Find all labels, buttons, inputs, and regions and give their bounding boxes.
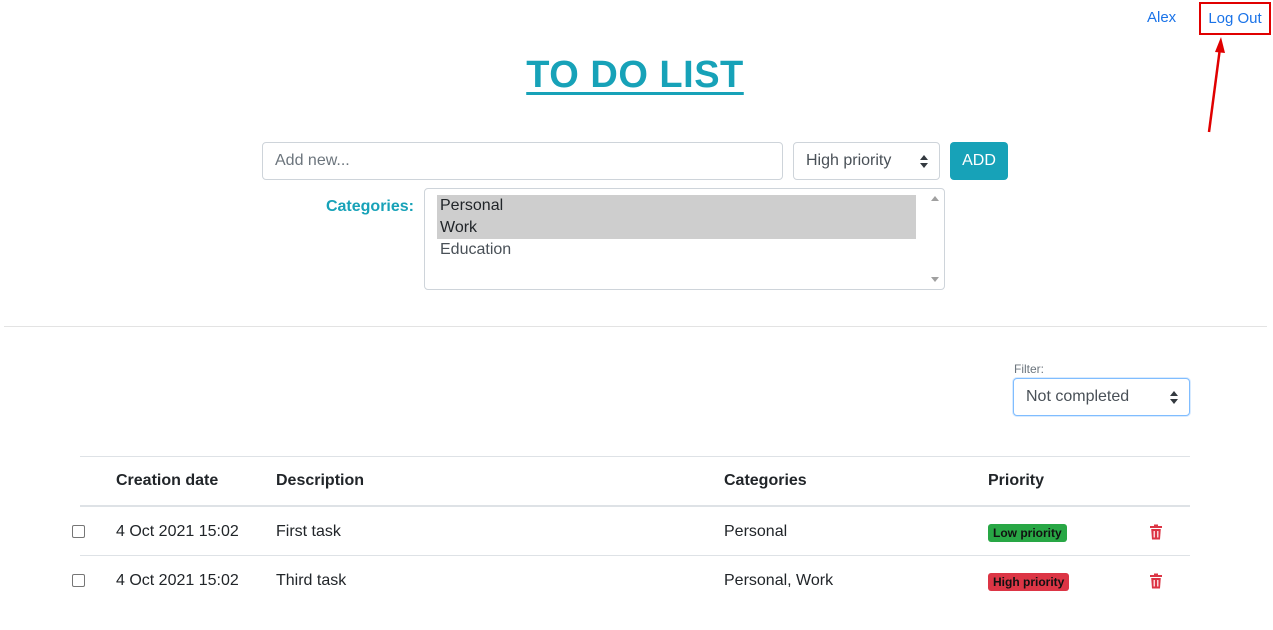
header-description: Description <box>276 472 365 489</box>
page-title[interactable]: TO DO LIST <box>0 54 1270 97</box>
select-caret-icon <box>1170 391 1178 404</box>
trash-icon[interactable] <box>1149 524 1163 540</box>
table-border <box>80 456 1190 457</box>
priority-badge: High priority <box>988 573 1070 591</box>
priority-badge: Low priority <box>988 524 1067 542</box>
complete-checkbox[interactable] <box>72 525 85 538</box>
filter-select[interactable]: Not completed <box>1013 378 1190 416</box>
logout-label: Log Out <box>1208 10 1262 27</box>
table-row: 4 Oct 2021 15:02 Third task Personal, Wo… <box>72 556 1190 605</box>
priority-select[interactable]: High priority <box>793 142 940 180</box>
logout-link[interactable]: Log Out <box>1199 2 1271 35</box>
table-row: 4 Oct 2021 15:02 First task Personal Low… <box>72 507 1190 556</box>
trash-icon[interactable] <box>1149 573 1163 589</box>
complete-checkbox[interactable] <box>72 574 85 587</box>
filter-label: Filter: <box>1014 362 1044 376</box>
select-caret-icon <box>920 155 928 168</box>
header-priority: Priority <box>988 472 1045 489</box>
category-option-work[interactable]: Work <box>437 217 916 239</box>
section-divider <box>4 326 1267 327</box>
categories-label: Categories: <box>325 198 414 215</box>
cell-categories: Personal, Work <box>724 572 834 589</box>
cell-description: First task <box>276 523 341 540</box>
priority-select-value: High priority <box>806 152 892 169</box>
page: Alex Log Out TO DO LIST High priority AD… <box>0 0 1273 630</box>
cell-description: Third task <box>276 572 347 589</box>
add-task-input[interactable] <box>262 142 783 180</box>
user-link[interactable]: Alex <box>1147 9 1176 26</box>
add-button[interactable]: ADD <box>950 142 1008 180</box>
header-creation-date: Creation date <box>116 472 219 489</box>
header-categories: Categories <box>724 472 807 489</box>
cell-creation-date: 4 Oct 2021 15:02 <box>116 523 239 540</box>
category-option-personal[interactable]: Personal <box>437 195 916 217</box>
category-option-education[interactable]: Education <box>437 239 916 261</box>
cell-creation-date: 4 Oct 2021 15:02 <box>116 572 239 589</box>
categories-listbox[interactable]: Personal Work Education <box>424 188 945 290</box>
filter-select-value: Not completed <box>1026 388 1130 405</box>
scroll-down-icon[interactable] <box>931 277 939 282</box>
cell-categories: Personal <box>724 523 788 540</box>
scroll-up-icon[interactable] <box>931 196 939 201</box>
